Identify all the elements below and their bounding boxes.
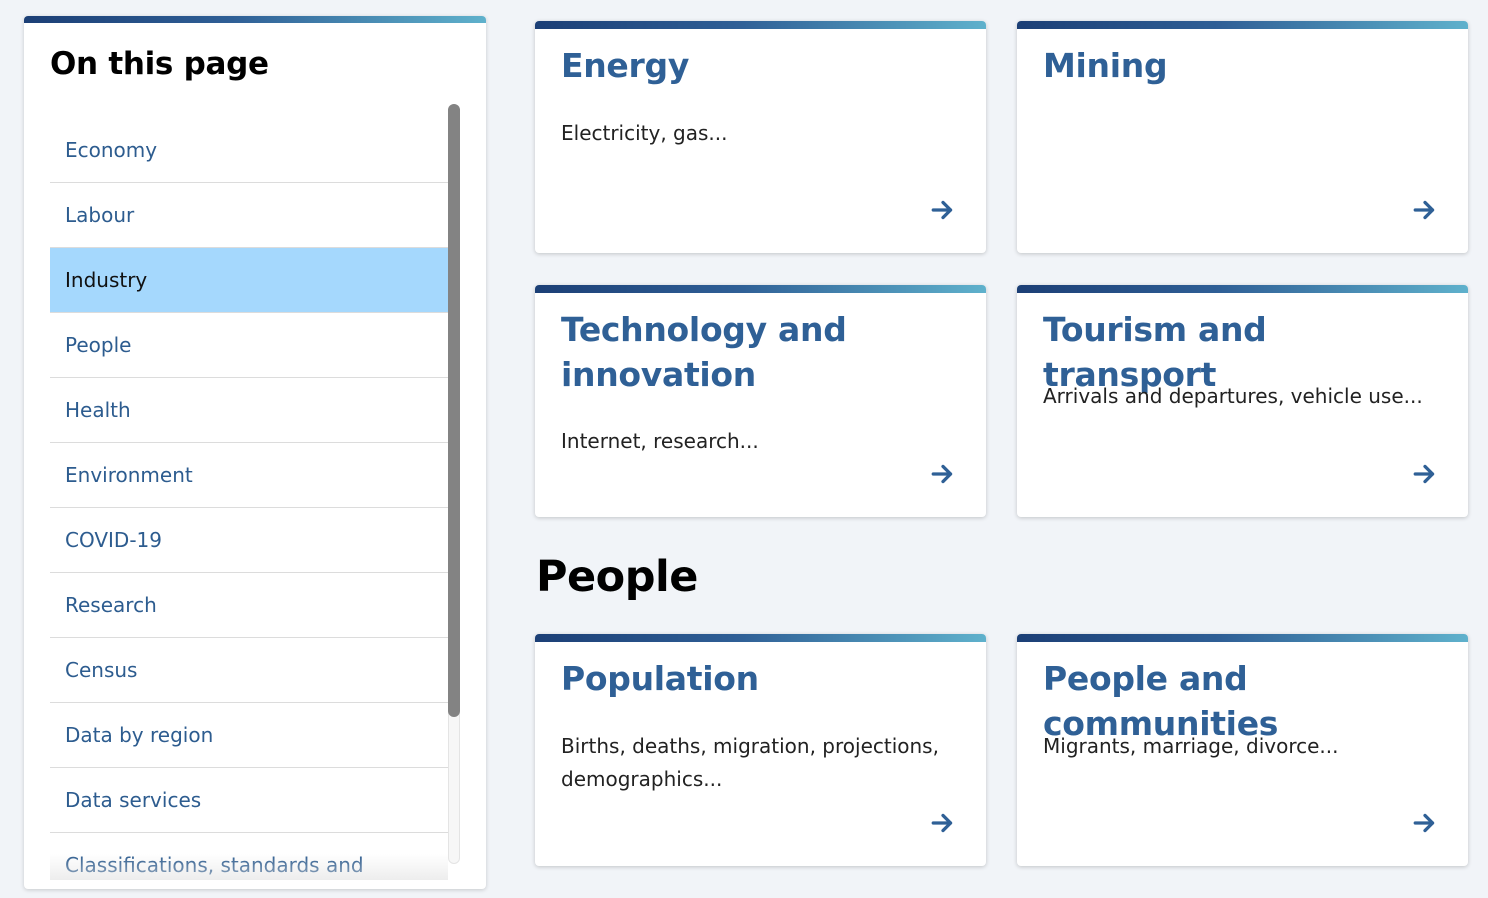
toc-scrollbar-thumb[interactable] — [448, 104, 460, 717]
arrow-right-icon — [931, 464, 953, 484]
card-energy[interactable]: Energy Electricity, gas... — [535, 21, 986, 253]
card-description: Arrivals and departures, vehicle use... — [1043, 384, 1423, 408]
panel-accent-bar — [24, 16, 486, 23]
card-description: Births, deaths, migration, projections, … — [561, 734, 939, 791]
on-this-page-panel: On this page Economy Labour Industry Peo… — [24, 16, 486, 889]
card-title: Population — [561, 659, 759, 698]
toc-item-economy[interactable]: Economy — [50, 118, 448, 183]
toc-item-classifications[interactable]: Classifications, standards and — [50, 833, 448, 878]
card-description: Migrants, marriage, divorce... — [1043, 734, 1339, 758]
card-mining[interactable]: Mining — [1017, 21, 1468, 253]
toc-item-people[interactable]: People — [50, 313, 448, 378]
arrow-right-icon — [1413, 813, 1435, 833]
card-accent-bar — [535, 21, 986, 29]
card-title: Energy — [561, 46, 690, 85]
card-accent-bar — [1017, 21, 1468, 29]
toc-item-labour[interactable]: Labour — [50, 183, 448, 248]
card-description: Internet, research... — [561, 429, 759, 453]
toc-item-data-services[interactable]: Data services — [50, 768, 448, 833]
arrow-right-icon — [931, 200, 953, 220]
card-accent-bar — [1017, 634, 1468, 642]
card-accent-bar — [535, 634, 986, 642]
card-title: Technology and innovation — [561, 310, 847, 394]
card-tourism-and-transport[interactable]: Tourism and transport Arrivals and depar… — [1017, 285, 1468, 517]
card-population[interactable]: Population Births, deaths, migration, pr… — [535, 634, 986, 866]
toc-title: On this page — [50, 46, 269, 82]
card-people-and-communities[interactable]: People and communities Migrants, marriag… — [1017, 634, 1468, 866]
arrow-right-icon — [1413, 200, 1435, 220]
toc-item-census[interactable]: Census — [50, 638, 448, 703]
toc-item-health[interactable]: Health — [50, 378, 448, 443]
toc-item-industry[interactable]: Industry — [50, 248, 448, 313]
card-title: Mining — [1043, 46, 1168, 85]
card-description: Electricity, gas... — [561, 121, 728, 145]
toc-list: Economy Labour Industry People Health En… — [50, 118, 448, 878]
card-accent-bar — [535, 285, 986, 293]
section-heading-people: People — [536, 552, 698, 602]
arrow-right-icon — [1413, 464, 1435, 484]
toc-item-covid-19[interactable]: COVID-19 — [50, 508, 448, 573]
toc-item-data-by-region[interactable]: Data by region — [50, 703, 448, 768]
toc-item-research[interactable]: Research — [50, 573, 448, 638]
card-accent-bar — [1017, 285, 1468, 293]
toc-item-environment[interactable]: Environment — [50, 443, 448, 508]
card-technology-and-innovation[interactable]: Technology and innovation Internet, rese… — [535, 285, 986, 517]
arrow-right-icon — [931, 813, 953, 833]
